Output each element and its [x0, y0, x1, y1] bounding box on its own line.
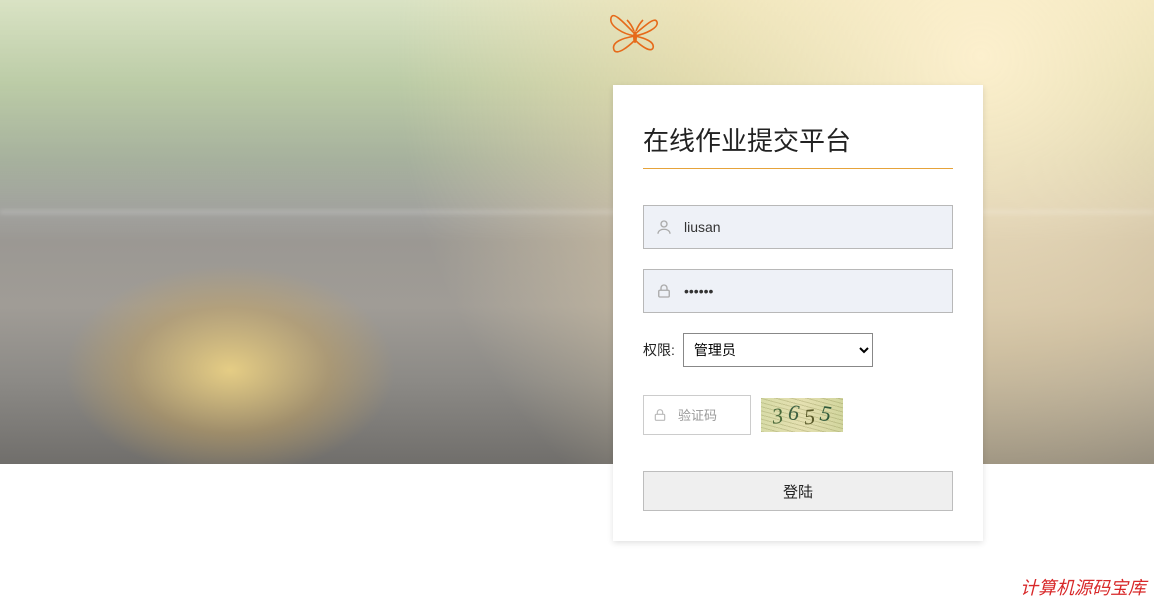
permission-row: 权限: 管理员 — [643, 333, 953, 367]
captcha-image[interactable]: 3655 — [761, 398, 843, 432]
footer-watermark: 计算机源码宝库 — [1020, 574, 1146, 600]
permission-label: 权限: — [643, 340, 675, 360]
password-input[interactable] — [643, 269, 953, 313]
username-input[interactable] — [643, 205, 953, 249]
login-button[interactable]: 登陆 — [643, 471, 953, 511]
permission-select[interactable]: 管理员 — [683, 333, 873, 367]
username-field-wrap — [643, 205, 953, 249]
login-card: 在线作业提交平台 权限: 管理员 — [613, 85, 983, 541]
captcha-row: 3655 — [643, 395, 953, 435]
page-title: 在线作业提交平台 — [643, 121, 953, 169]
password-field-wrap — [643, 269, 953, 313]
captcha-input[interactable] — [643, 395, 751, 435]
butterfly-icon — [605, 0, 665, 60]
